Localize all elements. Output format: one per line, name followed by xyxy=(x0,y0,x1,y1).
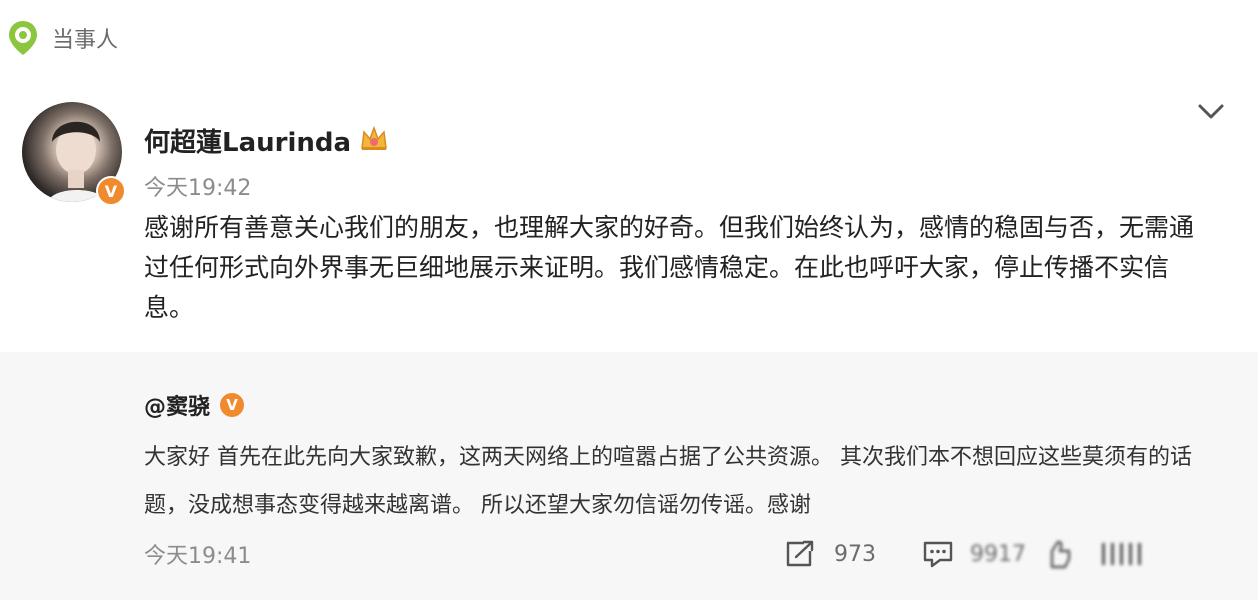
location-pin-icon xyxy=(9,21,37,55)
obscured-bar xyxy=(1120,543,1123,565)
crown-icon xyxy=(361,125,387,150)
repost-count: 973 xyxy=(834,541,876,567)
action-bar: 973 9917 xyxy=(784,534,1141,574)
obscured-bar xyxy=(1129,543,1132,565)
author-name[interactable]: 何超蓮Laurinda xyxy=(144,122,351,159)
repost-icon xyxy=(786,540,814,567)
verified-badge: V xyxy=(96,176,126,206)
like-button[interactable] xyxy=(1046,539,1141,569)
comment-icon xyxy=(923,541,953,568)
obscured-bar xyxy=(1111,543,1114,565)
post-time: 今天19:42 xyxy=(144,176,252,201)
topic-label: 当事人 xyxy=(52,28,119,53)
repost-time: 今天19:41 xyxy=(144,544,252,569)
like-count-obscured xyxy=(1102,543,1141,565)
topic-header[interactable]: 当事人 xyxy=(6,18,118,58)
chevron-down-icon[interactable] xyxy=(1196,96,1226,126)
obscured-bar xyxy=(1138,543,1141,565)
repost-button[interactable]: 973 xyxy=(784,539,876,569)
comment-count: 9917 xyxy=(970,541,1026,567)
repost-author[interactable]: @窦骁 V xyxy=(144,389,245,421)
comment-button[interactable]: 9917 xyxy=(922,539,1026,569)
repost-text: 大家好 首先在此先向大家致歉，这两天网络上的喧嚣占据了公共资源。 其次我们本不想… xyxy=(144,445,1192,518)
verified-badge: V xyxy=(220,393,245,417)
like-icon xyxy=(1050,540,1071,569)
author-avatar[interactable]: V xyxy=(22,102,126,206)
obscured-bar xyxy=(1102,543,1105,565)
post-text: 感谢所有善意关心我们的朋友，也理解大家的好奇。但我们始终认为，感情的稳固与否，无… xyxy=(144,213,1195,322)
repost-author-name: @窦骁 xyxy=(144,395,211,420)
